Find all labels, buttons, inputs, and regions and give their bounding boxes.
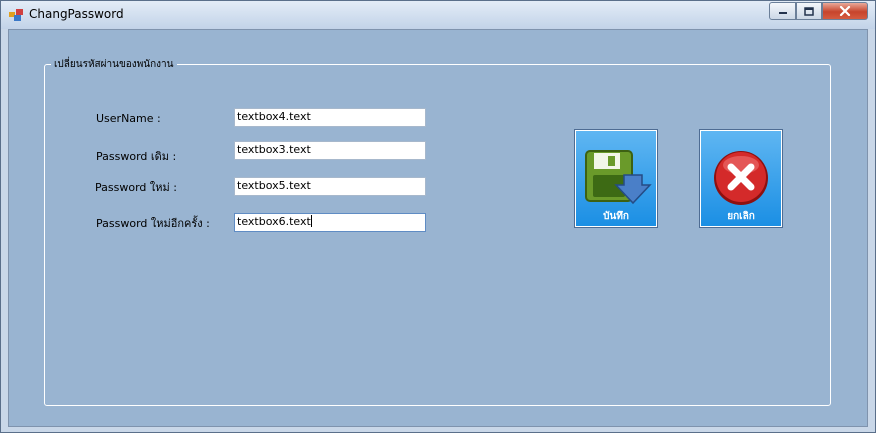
username-input[interactable]: textbox4.text	[234, 108, 426, 127]
confirm-password-value: textbox6.text	[237, 215, 311, 228]
app-icon	[9, 9, 23, 21]
old-password-label: Password เดิม :	[96, 150, 177, 163]
old-password-input[interactable]: textbox3.text	[234, 141, 426, 160]
username-label: UserName :	[96, 112, 161, 125]
maximize-button[interactable]	[796, 2, 822, 20]
new-password-label: Password ใหม่ :	[95, 181, 177, 194]
minimize-icon	[778, 12, 787, 14]
form-client-area: เปลี่ยนรหัสผ่านของพนักงาน UserName : tex…	[8, 29, 868, 427]
minimize-button[interactable]	[769, 2, 796, 20]
confirm-password-label: Password ใหม่อีกครั้ง :	[96, 217, 210, 230]
cancel-button[interactable]: ยกเลิก	[699, 129, 783, 228]
save-button[interactable]: บันทึก	[574, 129, 658, 228]
close-icon	[839, 6, 851, 16]
cancel-button-label: ยกเลิก	[727, 211, 755, 222]
window-title: ChangPassword	[29, 7, 124, 21]
save-button-label: บันทึก	[603, 211, 629, 222]
app-window: ChangPassword เปลี่ยนรหัสผ่านของพนักงาน …	[0, 0, 876, 433]
new-password-input[interactable]: textbox5.text	[234, 177, 426, 196]
change-password-groupbox: เปลี่ยนรหัสผ่านของพนักงาน UserName : tex…	[44, 57, 831, 406]
confirm-password-input[interactable]: textbox6.text	[234, 213, 426, 232]
text-caret	[310, 215, 312, 227]
maximize-icon	[804, 6, 814, 16]
title-bar[interactable]: ChangPassword	[1, 1, 875, 29]
groupbox-legend: เปลี่ยนรหัสผ่านของพนักงาน	[51, 57, 177, 72]
close-button[interactable]	[822, 2, 868, 20]
